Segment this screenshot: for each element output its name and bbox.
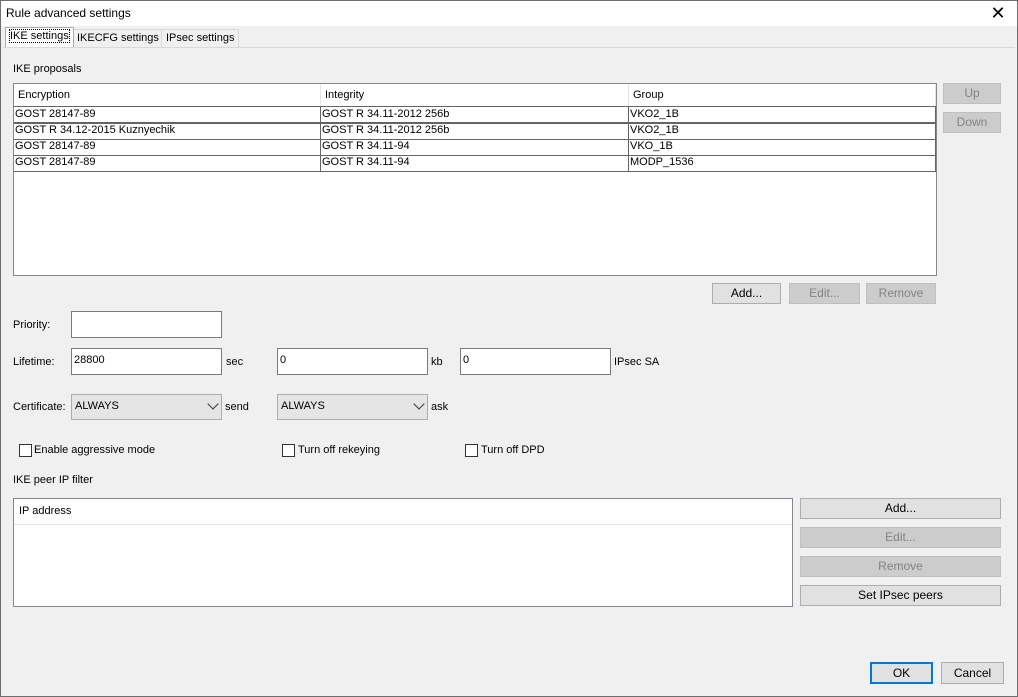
cell-group: VKO2_1B [629,107,936,123]
move-up-button[interactable]: Up [943,83,1001,104]
aggressive-mode-label[interactable]: Enable aggressive mode [34,444,155,456]
chevron-down-icon [207,398,219,410]
lifetime-kb-input[interactable]: 0 [277,348,428,375]
remove-peer-button[interactable]: Remove [800,556,1001,577]
edit-proposal-button[interactable]: Edit... [789,283,860,304]
cell-encryption: GOST 28147-89 [14,155,321,171]
cell-encryption: GOST R 34.12-2015 Kuznyechik [14,123,321,139]
peer-ip-list[interactable]: IP address [13,498,793,607]
cell-integrity: GOST R 34.11-2012 256b [321,107,629,123]
cell-encryption: GOST 28147-89 [14,139,321,155]
cell-integrity: GOST R 34.11-2012 256b [321,123,629,139]
cell-integrity: GOST R 34.11-94 [321,139,629,155]
table-row[interactable]: GOST 28147-89 GOST R 34.11-94 VKO_1B [14,139,936,156]
ike-proposals-label: IKE proposals [13,63,82,75]
move-down-button[interactable]: Down [943,112,1001,133]
certificate-send-value: ALWAYS [75,400,119,412]
tab-ikecfg-settings-label: IKECFG settings [77,32,159,44]
table-row[interactable]: GOST 28147-89 GOST R 34.11-2012 256b VKO… [14,106,936,124]
peer-ip-header: IP address [14,499,792,525]
ike-proposals-header: Encryption Integrity Group [14,84,936,107]
dialog-window: Rule advanced settings ✕ IKE settings IK… [0,0,1018,697]
tab-ike-settings-label: IKE settings [9,29,70,43]
cell-group: VKO_1B [629,139,936,155]
lifetime-sec-unit: sec [226,356,244,368]
cancel-button[interactable]: Cancel [941,662,1004,684]
close-icon[interactable]: ✕ [987,3,1009,23]
cell-integrity: GOST R 34.11-94 [321,155,629,171]
column-group[interactable]: Group [629,84,936,106]
lifetime-sec-input[interactable]: 28800 [71,348,222,375]
peer-filter-label: IKE peer IP filter [13,474,93,486]
set-ipsec-peers-button[interactable]: Set IPsec peers [800,585,1001,606]
tab-ipsec-settings[interactable]: IPsec settings [161,29,240,47]
rekeying-label[interactable]: Turn off rekeying [298,444,380,456]
certificate-ask-label: ask [431,401,449,413]
dpd-checkbox[interactable] [465,444,478,457]
lifetime-sa-unit: IPsec SA [614,356,660,368]
tab-ikecfg-settings[interactable]: IKECFG settings [72,29,164,47]
ike-proposals-list[interactable]: Encryption Integrity Group GOST 28147-89… [13,83,937,276]
ok-button[interactable]: OK [870,662,933,684]
certificate-send-label: send [225,401,249,413]
column-ip-address[interactable]: IP address [14,499,792,524]
priority-label: Priority: [13,319,51,331]
edit-peer-button[interactable]: Edit... [800,527,1001,548]
remove-proposal-button[interactable]: Remove [866,283,936,304]
tab-ike-settings[interactable]: IKE settings [5,27,74,47]
priority-input[interactable] [71,311,222,338]
lifetime-kb-unit: kb [431,356,443,368]
rekeying-checkbox[interactable] [282,444,295,457]
title-bar: Rule advanced settings ✕ [1,1,1017,26]
cell-encryption: GOST 28147-89 [14,107,321,123]
window-title: Rule advanced settings [6,6,131,20]
add-peer-button[interactable]: Add... [800,498,1001,519]
table-row[interactable]: GOST 28147-89 GOST R 34.11-94 MODP_1536 [14,155,936,172]
lifetime-sa-input[interactable]: 0 [460,348,611,375]
ike-settings-panel: IKE proposals Encryption Integrity Group… [3,47,1015,652]
add-proposal-button[interactable]: Add... [712,283,781,304]
lifetime-label: Lifetime: [13,356,55,368]
certificate-ask-select[interactable]: ALWAYS [277,394,428,420]
certificate-send-select[interactable]: ALWAYS [71,394,222,420]
column-encryption[interactable]: Encryption [14,84,321,106]
certificate-label: Certificate: [13,401,66,413]
chevron-down-icon [413,398,425,410]
tab-ipsec-settings-label: IPsec settings [166,32,235,44]
certificate-ask-value: ALWAYS [281,400,325,412]
table-row[interactable]: GOST R 34.12-2015 Kuznyechik GOST R 34.1… [14,123,936,140]
cell-group: MODP_1536 [629,155,936,171]
dpd-label[interactable]: Turn off DPD [481,444,545,456]
aggressive-mode-checkbox[interactable] [19,444,32,457]
column-integrity[interactable]: Integrity [321,84,629,106]
cell-group: VKO2_1B [629,123,936,139]
